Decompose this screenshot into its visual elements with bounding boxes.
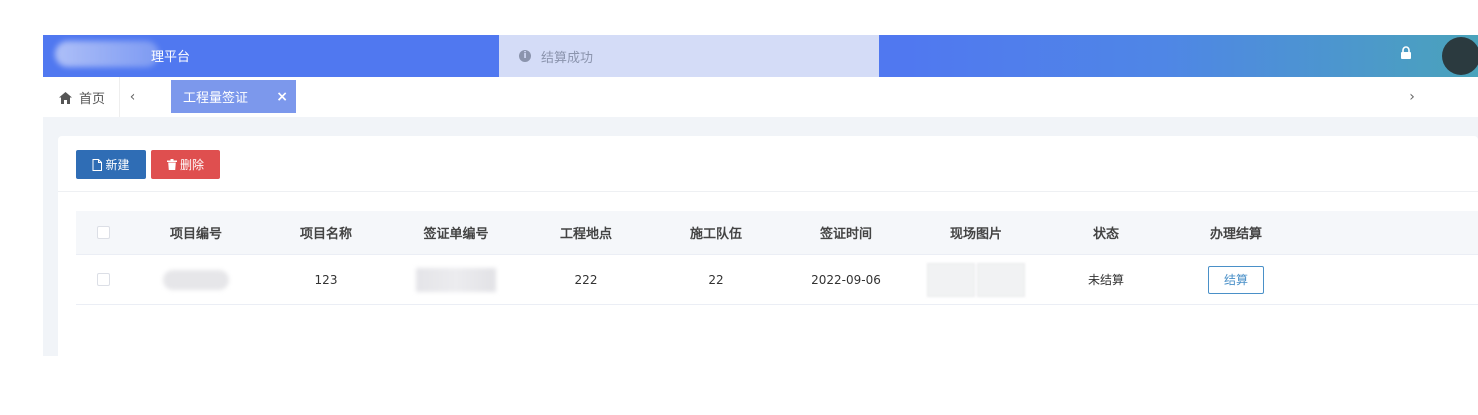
new-button-label: 新建 <box>105 158 130 172</box>
toolbar: 新建 删除 <box>58 136 1478 192</box>
cell-project-code <box>131 255 261 304</box>
lock-icon[interactable] <box>1400 46 1412 60</box>
column-header: 签证时间 <box>819 227 872 242</box>
tab-active-label: 工程量签证 <box>183 91 249 106</box>
cell-team: 22 <box>708 272 724 287</box>
logo-redacted <box>55 41 159 67</box>
header-select-cell <box>76 211 131 254</box>
chevron-left-icon: ‹ <box>129 89 136 105</box>
tabs-bar: 首页 ‹ 工程量签证 × › <box>43 77 1478 117</box>
cell-project-name: 123 <box>314 272 338 287</box>
column-header: 办理结算 <box>1209 227 1262 242</box>
top-header: 理平台 i 结算成功 <box>43 35 1478 77</box>
delete-button-label: 删除 <box>179 158 204 172</box>
cell-photos <box>911 255 1041 304</box>
column-header: 状态 <box>1092 227 1119 242</box>
app-title: 理平台 <box>151 50 191 65</box>
column-header: 签证单编号 <box>423 227 489 242</box>
table-row: 123 222 22 2022-09-06 未结算 结算 <box>76 255 1478 305</box>
delete-button[interactable]: 删除 <box>151 150 220 179</box>
settle-button[interactable]: 结算 <box>1208 265 1264 294</box>
cell-status: 未结算 <box>1087 273 1124 287</box>
site-photo-thumbnails[interactable] <box>927 262 1025 297</box>
info-icon: i <box>519 50 531 62</box>
cell-date: 2022-09-06 <box>811 272 881 287</box>
home-icon <box>59 91 72 104</box>
select-all-checkbox[interactable] <box>97 226 110 239</box>
redacted-value <box>416 267 496 292</box>
cell-visa-number <box>391 255 521 304</box>
success-toast: i 结算成功 <box>499 35 879 77</box>
app-shell: 理平台 i 结算成功 首页 ‹ 工程量签证 × › 新建 删除 项目编号 项目名… <box>43 35 1478 356</box>
tab-home-label: 首页 <box>79 92 106 107</box>
toast-message: 结算成功 <box>541 50 594 66</box>
tabs-scroll-left-button[interactable]: ‹ <box>119 77 145 117</box>
content-card: 新建 删除 项目编号 项目名称 签证单编号 工程地点 施工队伍 签证时间 现场图… <box>58 136 1478 356</box>
column-header: 施工队伍 <box>689 227 742 242</box>
table-header: 项目编号 项目名称 签证单编号 工程地点 施工队伍 签证时间 现场图片 状态 办… <box>76 211 1478 255</box>
trash-icon <box>166 159 177 170</box>
file-icon <box>92 158 103 171</box>
user-avatar[interactable] <box>1442 37 1478 75</box>
new-button[interactable]: 新建 <box>76 150 146 179</box>
cell-action: 结算 <box>1171 255 1301 304</box>
redacted-value <box>163 269 229 290</box>
cell-location: 222 <box>574 272 598 287</box>
tabs-scroll-right-button[interactable]: › <box>1399 77 1425 117</box>
column-header: 项目编号 <box>169 227 222 242</box>
column-header: 现场图片 <box>949 227 1002 242</box>
chevron-right-icon: › <box>1409 89 1415 105</box>
column-header: 工程地点 <box>559 227 612 242</box>
tab-home[interactable]: 首页 <box>59 88 105 107</box>
data-table: 项目编号 项目名称 签证单编号 工程地点 施工队伍 签证时间 现场图片 状态 办… <box>76 211 1478 305</box>
tab-engineering-visa[interactable]: 工程量签证 × <box>171 80 296 113</box>
row-checkbox[interactable] <box>97 273 110 286</box>
close-icon[interactable]: × <box>276 89 288 105</box>
column-header: 项目名称 <box>299 227 352 242</box>
row-select-cell <box>76 255 131 304</box>
